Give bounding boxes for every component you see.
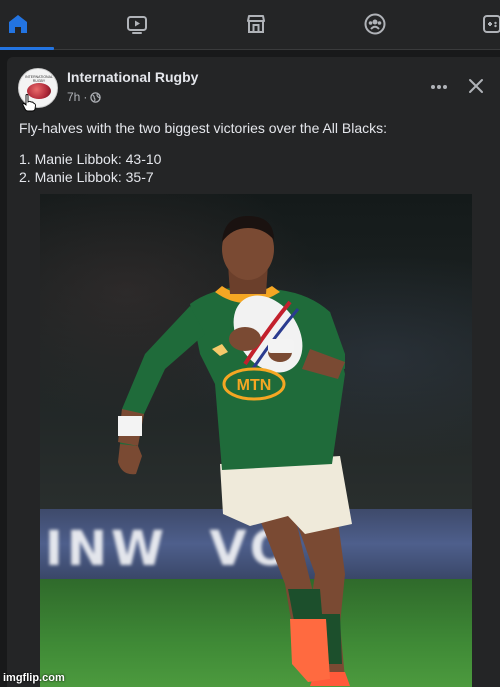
more-options-button[interactable] xyxy=(427,75,451,99)
marketplace-icon xyxy=(247,15,265,33)
video-icon xyxy=(127,16,147,34)
top-navigation xyxy=(0,0,500,50)
post-text-line: Fly-halves with the two biggest victorie… xyxy=(19,120,388,136)
groups-icon xyxy=(364,13,386,35)
imgflip-watermark: imgflip.com xyxy=(3,672,65,684)
tab-video[interactable] xyxy=(101,0,173,48)
tab-marketplace[interactable] xyxy=(220,0,292,48)
post-time[interactable]: 7h xyxy=(67,90,80,104)
avatar-logo-text: INTERNATIONAL RUGBY xyxy=(25,75,53,83)
post-meta: 7h · xyxy=(67,90,102,104)
meta-separator: · xyxy=(83,90,88,104)
jersey-sponsor: MTN xyxy=(237,377,272,394)
globe-icon xyxy=(90,91,102,103)
more-icon xyxy=(431,85,447,89)
app-frame: INTERNATIONAL RUGBY International Rugby … xyxy=(0,0,500,687)
home-icon xyxy=(9,15,27,33)
post-text: Fly-halves with the two biggest victorie… xyxy=(19,119,489,186)
page-name-link[interactable]: International Rugby xyxy=(67,69,198,85)
tab-groups[interactable] xyxy=(339,0,411,48)
post-header: INTERNATIONAL RUGBY International Rugby … xyxy=(7,57,500,117)
post-photo[interactable]: INW VO MTN xyxy=(40,194,472,687)
tab-gaming[interactable] xyxy=(456,0,500,48)
hand-cursor-icon xyxy=(22,94,36,112)
tab-home[interactable] xyxy=(0,0,54,50)
rugby-player-figure: MTN xyxy=(118,216,352,686)
post-list-item-1: 1. Manie Libbok: 43-10 xyxy=(19,151,162,167)
gaming-icon xyxy=(483,15,500,33)
post-list-item-2: 2. Manie Libbok: 35-7 xyxy=(19,169,154,185)
hide-post-button[interactable] xyxy=(464,74,488,98)
post-card: INTERNATIONAL RUGBY International Rugby … xyxy=(7,57,500,687)
close-icon xyxy=(469,79,483,93)
